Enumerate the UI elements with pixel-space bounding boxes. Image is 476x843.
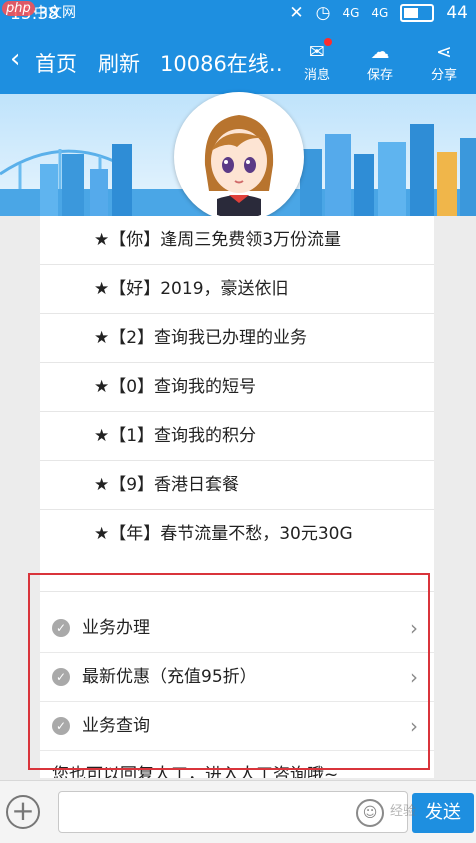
messages-button[interactable]: ✉ 消息: [294, 38, 340, 83]
check-circle-icon: ✓: [52, 668, 70, 686]
option-latest-offers[interactable]: ✓ 最新优惠（充值95折） ›: [40, 653, 434, 702]
php-watermark-text: 中文网: [34, 5, 76, 21]
signal-icon-2: 4G: [371, 6, 389, 20]
mute-icon: ✕: [289, 3, 304, 23]
cartoon-girl-avatar-icon: [177, 95, 301, 219]
share-label: 分享: [430, 68, 457, 83]
watermark-text: 经验: [390, 804, 417, 819]
unread-dot: [324, 38, 332, 46]
status-bar: 15:38 php 中文网 ✕ ◷ 4G 4G 44: [0, 0, 476, 30]
option-label: 业务查询: [82, 716, 150, 736]
chevron-right-icon: ›: [410, 665, 418, 689]
page-title: 10086在线…: [160, 52, 285, 76]
check-circle-icon: ✓: [52, 619, 70, 637]
chevron-left-icon[interactable]: ‹: [10, 44, 20, 74]
option-label: 业务办理: [82, 618, 150, 638]
chevron-right-icon: ›: [410, 714, 418, 738]
battery-level: 44: [446, 3, 468, 23]
menu-message[interactable]: ★【0】查询我的短号: [40, 363, 434, 412]
signal-icon-1: 4G: [342, 6, 360, 20]
menu-message[interactable]: ★【9】香港日套餐: [40, 461, 434, 510]
menu-message[interactable]: ★【2】查询我已办理的业务: [40, 314, 434, 363]
save-label: 保存: [366, 68, 393, 83]
chat-message-panel: ★【你】逢周三免费领3万份流量 ★【好】2019，豪送依旧 ★【2】查询我已办理…: [40, 216, 434, 778]
share-icon: ⋖: [436, 41, 452, 63]
battery-icon: [400, 4, 435, 22]
option-label: 最新优惠（充值95折）: [82, 667, 257, 687]
refresh-button[interactable]: 刷新: [98, 48, 140, 78]
home-button[interactable]: 首页: [35, 48, 77, 78]
alarm-icon: ◷: [315, 3, 331, 23]
send-button[interactable]: 发送: [412, 793, 474, 833]
cloud-save-icon: ☁: [370, 41, 390, 63]
human-agent-hint: 您也可以回复人工，进入人工咨询哦~: [52, 765, 339, 778]
option-business-query[interactable]: ✓ 业务查询 ›: [40, 702, 434, 751]
check-circle-icon: ✓: [52, 717, 70, 735]
plus-icon[interactable]: +: [6, 795, 40, 829]
menu-message[interactable]: ★【年】春节流量不愁，30元30G: [40, 510, 434, 592]
share-button[interactable]: ⋖ 分享: [421, 40, 467, 83]
php-watermark-logo: php: [2, 1, 35, 16]
mail-icon: ✉: [294, 38, 340, 64]
assistant-avatar: [174, 92, 304, 222]
chevron-right-icon: ›: [410, 616, 418, 640]
option-business-handling[interactable]: ✓ 业务办理 ›: [40, 604, 434, 653]
save-button[interactable]: ☁ 保存: [357, 40, 403, 83]
emoji-icon[interactable]: ☺: [356, 799, 384, 827]
menu-message[interactable]: ★【1】查询我的积分: [40, 412, 434, 461]
top-nav-bar: ‹ 首页 刷新 10086在线… ✉ 消息 ☁ 保存 ⋖ 分享: [0, 30, 476, 94]
menu-message[interactable]: ★【好】2019，豪送依旧: [40, 265, 434, 314]
messages-label: 消息: [303, 68, 330, 83]
menu-message[interactable]: ★【你】逢周三免费领3万份流量: [40, 216, 434, 265]
